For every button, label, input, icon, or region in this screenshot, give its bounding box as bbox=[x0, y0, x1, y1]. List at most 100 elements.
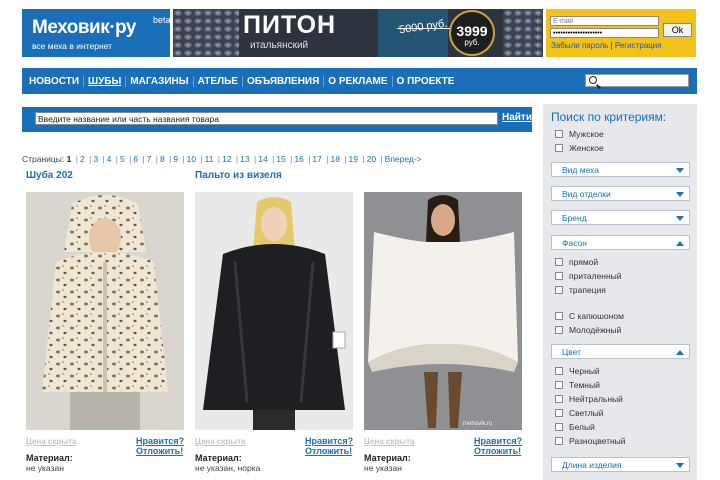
page-link[interactable]: 7 bbox=[147, 154, 152, 164]
checkbox-label: Светлый bbox=[569, 408, 604, 418]
page-link[interactable]: 5 bbox=[120, 154, 125, 164]
photo-watermark: mehovik.ru bbox=[463, 421, 493, 427]
nav-item-about[interactable]: О ПРОЕКТЕ bbox=[393, 76, 459, 87]
search-icon bbox=[589, 76, 597, 84]
page-link[interactable]: 13 bbox=[240, 154, 249, 164]
banner-title: ПИТОН bbox=[243, 11, 337, 39]
nav-item-advertising[interactable]: О РЕКЛАМЕ bbox=[324, 75, 393, 87]
filter-checkbox-style[interactable]: Молодёжный bbox=[555, 325, 621, 335]
main-nav: НОВОСТИ ШУБЫ МАГАЗИНЫ АТЕЛЬЕ ОБЪЯВЛЕНИЯ … bbox=[22, 68, 697, 94]
checkbox-icon bbox=[555, 326, 563, 334]
page-link[interactable]: 18 bbox=[330, 154, 339, 164]
page-link[interactable]: 6 bbox=[133, 154, 138, 164]
filter-heading: Поиск по критериям: bbox=[551, 110, 667, 124]
page-link[interactable]: 14 bbox=[258, 154, 267, 164]
filter-checkbox-style[interactable]: прямой bbox=[555, 257, 598, 267]
page-link[interactable]: 9 bbox=[173, 154, 178, 164]
page-link[interactable]: 20 bbox=[367, 154, 376, 164]
product-search-input[interactable] bbox=[35, 112, 498, 125]
filter-checkbox-female[interactable]: Женское bbox=[555, 143, 604, 153]
checkbox-icon bbox=[555, 367, 563, 375]
product-photo[interactable]: mehovik.ru bbox=[364, 192, 522, 430]
material-label: Материал: bbox=[26, 453, 73, 463]
mink-coat-photo bbox=[195, 192, 353, 430]
checkbox-icon bbox=[555, 130, 563, 138]
nav-item-ads[interactable]: ОБЪЯВЛЕНИЯ bbox=[243, 75, 325, 87]
dropdown-fur-type[interactable]: Вид меха bbox=[551, 162, 690, 177]
register-link[interactable]: Регистрация bbox=[615, 41, 662, 50]
nav-item-news[interactable]: НОВОСТИ bbox=[22, 75, 85, 87]
site-logo[interactable]: Меховик·ру beta все меха в интернет bbox=[22, 9, 171, 57]
banner-subtitle: итальянский bbox=[250, 40, 309, 51]
filter-checkbox-color[interactable]: Разноцветный bbox=[555, 436, 626, 446]
postpone-link[interactable]: Отложить! bbox=[136, 446, 183, 456]
postpone-link[interactable]: Отложить! bbox=[474, 446, 521, 456]
like-link[interactable]: Нравится? bbox=[474, 436, 522, 446]
page-link[interactable]: 10 bbox=[187, 154, 196, 164]
nav-item-furs[interactable]: ШУБЫ bbox=[84, 75, 127, 87]
page-next-link[interactable]: Вперед-> bbox=[385, 154, 422, 164]
checkbox-icon bbox=[555, 258, 563, 266]
pagination: Страницы: 1 | 2 | 3 | 4 | 5 | 6 | 7 | 8 | 9 | 10 … bbox=[22, 154, 422, 164]
checkbox-icon bbox=[555, 272, 563, 280]
product-price-hidden[interactable]: Цена скрыта bbox=[26, 437, 76, 446]
filter-checkbox-male[interactable]: Мужское bbox=[555, 129, 604, 139]
checkbox-label: прямой bbox=[569, 257, 599, 267]
product-photo[interactable] bbox=[26, 192, 184, 430]
search-button[interactable]: Найти bbox=[502, 112, 532, 123]
postpone-link[interactable]: Отложить! bbox=[305, 446, 352, 456]
chevron-up-icon bbox=[676, 241, 684, 246]
product-photo[interactable] bbox=[195, 192, 353, 430]
dropdown-trim[interactable]: Вид отделки bbox=[551, 186, 690, 201]
page-link[interactable]: 2 bbox=[80, 154, 85, 164]
like-link[interactable]: Нравится? bbox=[136, 436, 184, 446]
material-value: не указан bbox=[364, 463, 402, 473]
dropdown-brand[interactable]: Бренд bbox=[551, 210, 690, 225]
dropdown-length[interactable]: Длина изделия bbox=[551, 457, 690, 472]
product-price-hidden[interactable]: Цена скрыта bbox=[364, 437, 414, 446]
filter-checkbox-color[interactable]: Черный bbox=[555, 366, 600, 376]
page-link[interactable]: 11 bbox=[205, 154, 214, 164]
like-link[interactable]: Нравится? bbox=[305, 436, 353, 446]
checkbox-icon bbox=[555, 437, 563, 445]
checkbox-icon bbox=[555, 312, 563, 320]
nav-search-input[interactable] bbox=[585, 74, 689, 87]
page-link[interactable]: 12 bbox=[222, 154, 231, 164]
checkbox-label: Темный bbox=[569, 380, 600, 390]
nav-item-shops[interactable]: МАГАЗИНЫ bbox=[126, 75, 194, 87]
filter-checkbox-style[interactable]: приталенный bbox=[555, 271, 622, 281]
checkbox-icon bbox=[555, 423, 563, 431]
filter-checkbox-color[interactable]: Нейтральный bbox=[555, 394, 623, 404]
chevron-down-icon bbox=[676, 168, 684, 173]
filter-checkbox-color[interactable]: Светлый bbox=[555, 408, 604, 418]
nav-item-atelier[interactable]: АТЕЛЬЕ bbox=[194, 75, 243, 87]
fur-coat-photo bbox=[26, 192, 184, 430]
page-link[interactable]: 8 bbox=[160, 154, 165, 164]
password-field[interactable] bbox=[550, 28, 659, 38]
product-search-bar: Найти bbox=[22, 107, 532, 132]
material-label: Материал: bbox=[195, 453, 242, 463]
email-field[interactable] bbox=[550, 16, 659, 26]
checkbox-label: Молодёжный bbox=[569, 325, 622, 335]
logo-tagline: все меха в интернет bbox=[32, 41, 112, 51]
page-link[interactable]: 16 bbox=[294, 154, 303, 164]
dropdown-style[interactable]: Фасон bbox=[551, 235, 690, 250]
product-price-hidden[interactable]: Цена скрыта bbox=[195, 437, 245, 446]
forgot-password-link[interactable]: Забыли пароль bbox=[551, 41, 608, 50]
checkbox-icon bbox=[555, 144, 563, 152]
filter-checkbox-style[interactable]: трапеция bbox=[555, 285, 606, 295]
filter-checkbox-color[interactable]: Белый bbox=[555, 422, 595, 432]
product-title[interactable]: Шуба 202 bbox=[26, 170, 73, 181]
page-link[interactable]: 4 bbox=[107, 154, 112, 164]
page-link[interactable]: 19 bbox=[349, 154, 358, 164]
page-link[interactable]: 15 bbox=[276, 154, 285, 164]
page-link[interactable]: 3 bbox=[93, 154, 98, 164]
page-link[interactable]: 17 bbox=[312, 154, 321, 164]
login-ok-button[interactable]: Ok bbox=[663, 23, 692, 37]
product-title[interactable]: Пальто из визеля bbox=[195, 170, 282, 181]
ad-banner[interactable]: ПИТОН итальянский 5000 руб. 3999 руб. bbox=[173, 9, 543, 57]
filter-checkbox-color[interactable]: Темный bbox=[555, 380, 600, 390]
filter-checkbox-style[interactable]: С капюшоном bbox=[555, 311, 624, 321]
checkbox-icon bbox=[555, 381, 563, 389]
dropdown-color[interactable]: Цвет bbox=[551, 344, 690, 359]
